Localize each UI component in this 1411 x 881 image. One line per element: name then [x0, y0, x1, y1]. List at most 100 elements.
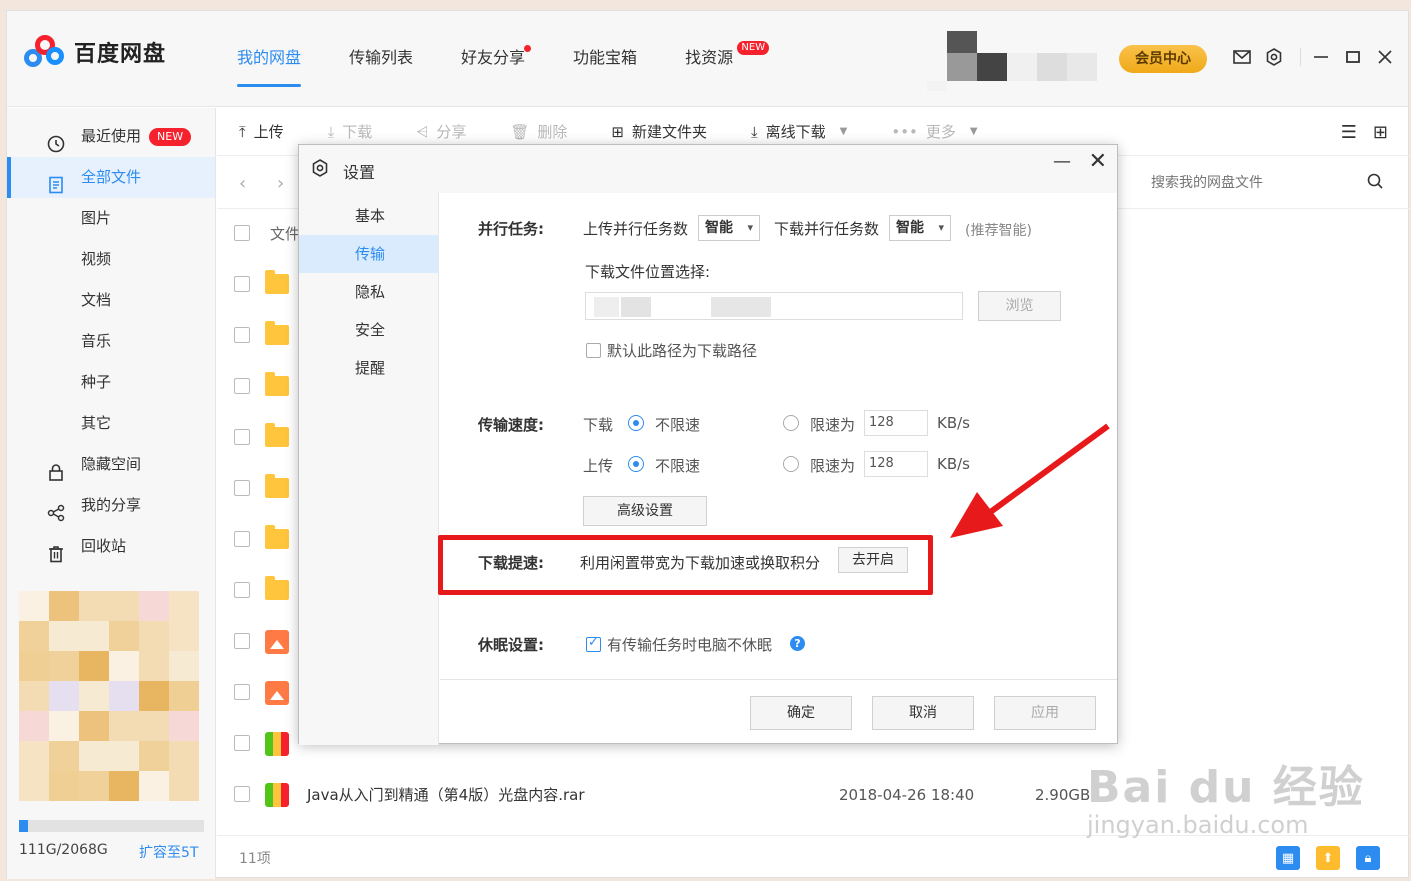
mosaic-tile	[49, 711, 79, 741]
file-name[interactable]: Java从入门到精通（第4版）光盘内容.rar	[307, 770, 585, 821]
mosaic-tile	[139, 741, 169, 771]
sidebar-item-docs[interactable]: 文档	[7, 280, 215, 321]
nav-friend-share[interactable]: 好友分享	[461, 11, 532, 107]
expand-storage-link[interactable]: 扩容至5T	[139, 842, 198, 862]
mosaic-tile	[79, 711, 109, 741]
settings-tab-basic[interactable]: 基本	[299, 197, 438, 235]
mail-icon[interactable]	[1232, 47, 1252, 67]
sidebar-item-recent[interactable]: 最近使用 NEW	[7, 116, 215, 157]
highlight-box	[438, 535, 933, 595]
sidebar-item-my-shares[interactable]: 我的分享	[7, 485, 215, 526]
mosaic-tile	[169, 771, 199, 801]
row-checkbox[interactable]	[234, 480, 250, 496]
share-button[interactable]: ⩤ 分享	[416, 121, 466, 142]
sidebar-item-music[interactable]: 音乐	[7, 321, 215, 362]
cancel-button[interactable]: 取消	[872, 696, 974, 730]
back-icon[interactable]: ‹	[239, 173, 246, 194]
maximize-icon[interactable]	[1343, 47, 1363, 67]
mosaic-tile	[49, 681, 79, 711]
offline-download-button[interactable]: ⤓ 离线下载 ▼	[751, 121, 847, 142]
default-path-checkbox[interactable]	[586, 343, 601, 358]
settings-tab-privacy[interactable]: 隐私	[299, 273, 438, 311]
upload-unlimited-radio[interactable]	[628, 456, 644, 472]
archive-file-icon	[265, 783, 289, 807]
settings-tab-security[interactable]: 安全	[299, 311, 438, 349]
clock-icon	[47, 128, 65, 153]
settings-tab-transfer[interactable]: 传输	[299, 235, 438, 273]
new-folder-button[interactable]: ⊞ 新建文件夹	[611, 121, 707, 142]
download-parallel-select[interactable]: 智能	[889, 215, 951, 241]
mosaic-tile	[139, 651, 169, 681]
nav-transfer-list[interactable]: 传输列表	[349, 11, 413, 107]
sidebar-item-images[interactable]: 图片	[7, 198, 215, 239]
upload-limit-radio[interactable]	[783, 456, 799, 472]
sidebar-item-other[interactable]: 其它	[7, 403, 215, 444]
delete-button[interactable]: 🗑︎ 删除	[510, 121, 567, 142]
nav-my-disk[interactable]: 我的网盘	[237, 11, 302, 107]
vip-center-button[interactable]: 会员中心	[1119, 45, 1207, 73]
help-icon[interactable]: ?	[790, 636, 805, 651]
mosaic-tile	[169, 591, 199, 621]
promo-banner-image[interactable]	[19, 591, 199, 801]
download-button[interactable]: ⤓ 下载	[328, 121, 373, 142]
download-path-field[interactable]	[585, 292, 963, 320]
row-checkbox[interactable]	[234, 378, 250, 394]
dialog-title-bar[interactable]: 设置 — ✕	[299, 145, 1117, 193]
more-button[interactable]: ••• 更多 ▼	[891, 121, 977, 142]
new-badge: NEW	[149, 127, 192, 146]
row-checkbox[interactable]	[234, 327, 250, 343]
upload-button[interactable]: ⤒ 上传	[239, 121, 284, 142]
sidebar-item-all-files[interactable]: 全部文件	[7, 157, 215, 198]
row-checkbox[interactable]	[234, 429, 250, 445]
column-header-name[interactable]: 文件	[270, 209, 300, 260]
row-checkbox[interactable]	[234, 276, 250, 292]
row-checkbox[interactable]	[234, 786, 250, 802]
sidebar-item-videos[interactable]: 视频	[7, 239, 215, 280]
download-limit-radio[interactable]	[783, 415, 799, 431]
upload-limit-input[interactable]: 128	[864, 451, 928, 477]
settings-tab-reminder[interactable]: 提醒	[299, 349, 438, 387]
download-unlimited-radio[interactable]	[628, 415, 644, 431]
dialog-close-icon[interactable]: ✕	[1089, 149, 1107, 174]
row-checkbox[interactable]	[234, 735, 250, 751]
select-all-checkbox[interactable]	[234, 225, 250, 241]
mosaic-tile	[139, 591, 169, 621]
advanced-settings-button[interactable]: 高级设置	[583, 496, 707, 526]
mosaic-tile	[109, 591, 139, 621]
dialog-title: 设置	[343, 163, 376, 182]
upload-parallel-select[interactable]: 智能	[698, 215, 760, 241]
user-avatar[interactable]	[927, 31, 1097, 91]
sidebar-item-hidden-space[interactable]: 隐藏空间	[7, 444, 215, 485]
upload-icon[interactable]: ⬆	[1316, 846, 1340, 870]
grid-view-icon[interactable]: ⊞	[1373, 122, 1388, 143]
search-icon[interactable]	[1367, 173, 1383, 193]
download-limit-input[interactable]: 128	[864, 410, 928, 436]
row-checkbox[interactable]	[234, 531, 250, 547]
dialog-minimize-icon[interactable]: —	[1053, 151, 1071, 172]
lock-icon[interactable]: 🔒︎	[1356, 846, 1380, 870]
mosaic-tile	[79, 651, 109, 681]
nav-toolbox[interactable]: 功能宝箱	[573, 11, 637, 107]
ok-button[interactable]: 确定	[750, 696, 852, 730]
forward-icon[interactable]: ›	[277, 173, 284, 194]
row-checkbox[interactable]	[234, 582, 250, 598]
row-checkbox[interactable]	[234, 684, 250, 700]
footer-actions: ▦ ⬆ 🔒︎	[1260, 846, 1380, 870]
mosaic-tile	[169, 621, 199, 651]
no-sleep-checkbox[interactable]	[586, 635, 601, 652]
sort-icon[interactable]: ☰	[1341, 122, 1357, 143]
browse-button[interactable]: 浏览	[978, 291, 1061, 321]
nav-find-resources[interactable]: 找资源 NEW	[685, 11, 770, 107]
share-icon: ⩤	[416, 122, 429, 141]
minimize-icon[interactable]	[1311, 47, 1331, 67]
mosaic-tile	[19, 681, 49, 711]
apps-icon[interactable]: ▦	[1276, 846, 1300, 870]
settings-icon[interactable]	[1264, 47, 1284, 67]
sidebar-item-torrents[interactable]: 种子	[7, 362, 215, 403]
download-parallel-label: 下载并行任务数	[774, 220, 880, 238]
close-icon[interactable]	[1375, 47, 1395, 67]
apply-button[interactable]: 应用	[994, 696, 1096, 730]
search-input[interactable]	[1141, 167, 1391, 199]
sidebar-item-recycle-bin[interactable]: 回收站	[7, 526, 215, 567]
row-checkbox[interactable]	[234, 633, 250, 649]
